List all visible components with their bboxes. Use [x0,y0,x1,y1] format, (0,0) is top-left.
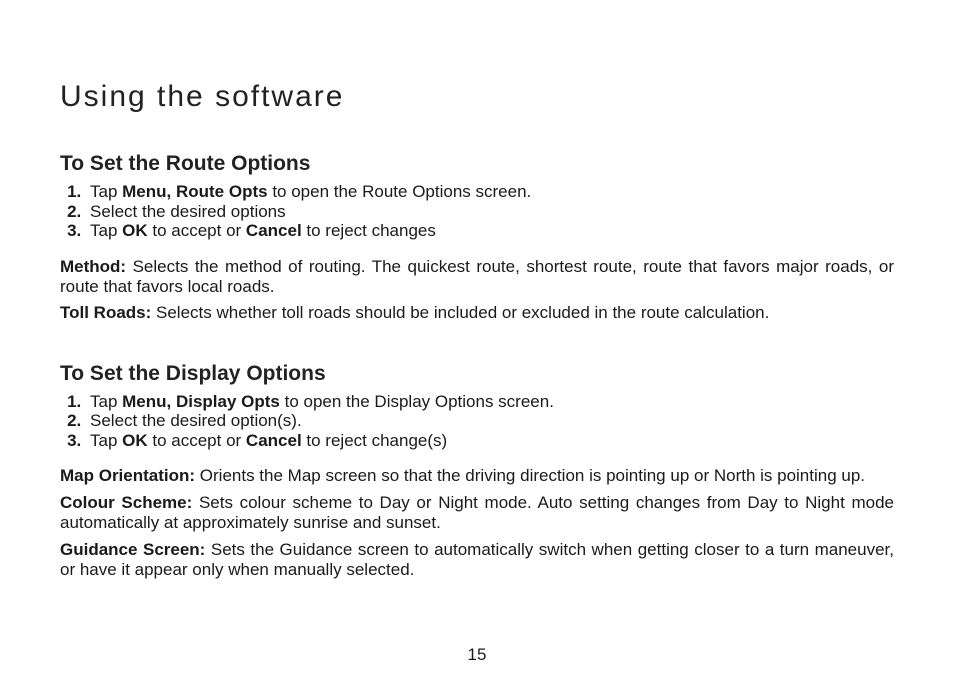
definition-map-orientation: Map Orientation: Orients the Map screen … [60,466,894,486]
step-text: Select the desired option(s). [90,411,302,430]
definition-toll-roads: Toll Roads: Selects whether toll roads s… [60,303,894,323]
section-title-display-options: To Set the Display Options [60,362,894,386]
list-item: Select the desired option(s). [86,411,894,431]
section-title-route-options: To Set the Route Options [60,152,894,176]
step-text: Tap [90,221,122,240]
step-text: to open the Route Options screen. [268,182,532,201]
definition-lead: Colour Scheme: [60,493,199,512]
list-item: Tap OK to accept or Cancel to reject cha… [86,221,894,241]
step-text-bold: Cancel [246,221,302,240]
definition-lead: Guidance Screen: [60,540,211,559]
step-text-bold: Cancel [246,431,302,450]
list-item: Select the desired options [86,202,894,222]
step-text: Tap [90,431,122,450]
definition-text: Selects the method of routing. The quick… [60,257,894,296]
step-text: to reject changes [302,221,436,240]
document-page: Using the software To Set the Route Opti… [0,0,954,687]
definition-lead: Method: [60,257,133,276]
step-text: to reject change(s) [302,431,448,450]
step-text: Tap [90,392,122,411]
page-number: 15 [0,645,954,665]
step-text-bold: OK [122,221,148,240]
list-item: Tap Menu, Route Opts to open the Route O… [86,182,894,202]
definition-text: Orients the Map screen so that the drivi… [200,466,865,485]
step-text: to open the Display Options screen. [280,392,554,411]
step-text: Select the desired options [90,202,286,221]
step-text-bold: OK [122,431,148,450]
definition-text: Selects whether toll roads should be inc… [156,303,769,322]
step-text: to accept or [148,431,246,450]
list-item: Tap OK to accept or Cancel to reject cha… [86,431,894,451]
definition-guidance-screen: Guidance Screen: Sets the Guidance scree… [60,540,894,581]
route-options-steps: Tap Menu, Route Opts to open the Route O… [60,182,894,241]
step-text: to accept or [148,221,246,240]
chapter-title: Using the software [60,80,894,114]
definition-colour-scheme: Colour Scheme: Sets colour scheme to Day… [60,493,894,534]
definition-method: Method: Selects the method of routing. T… [60,257,894,298]
step-text-bold: Menu, Display Opts [122,392,280,411]
definition-lead: Map Orientation: [60,466,200,485]
step-text-bold: Menu, Route Opts [122,182,267,201]
display-options-steps: Tap Menu, Display Opts to open the Displ… [60,392,894,451]
list-item: Tap Menu, Display Opts to open the Displ… [86,392,894,412]
definition-lead: Toll Roads: [60,303,156,322]
step-text: Tap [90,182,122,201]
